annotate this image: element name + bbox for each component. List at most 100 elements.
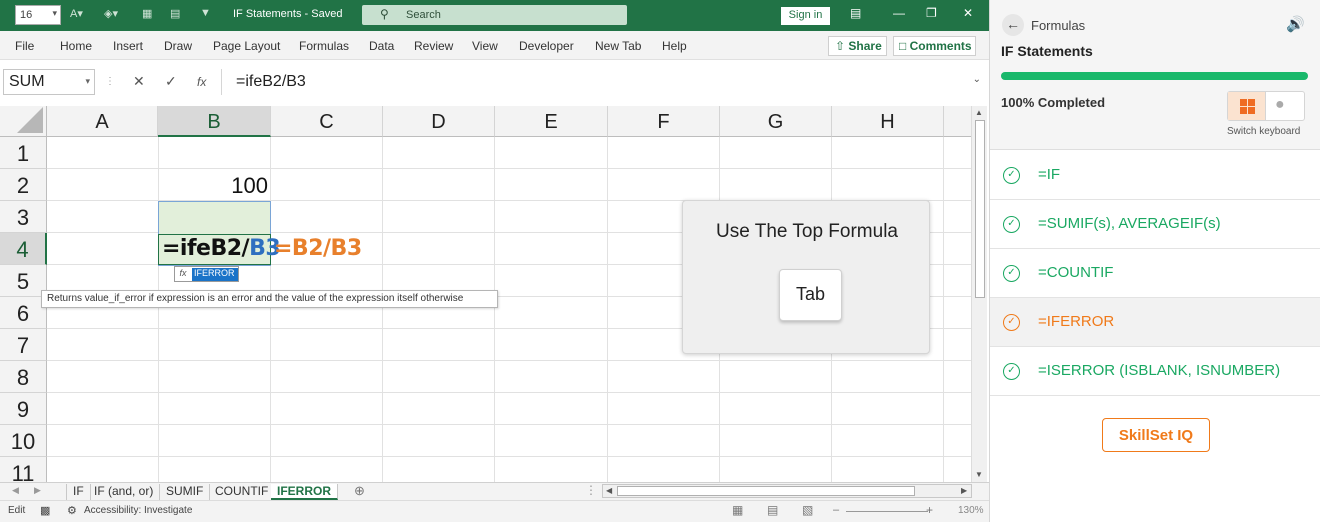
zoom-in-icon[interactable]: + (926, 503, 933, 517)
row-header-4[interactable]: 4 (0, 233, 47, 265)
row-header-9[interactable]: 9 (0, 393, 47, 425)
font-color-icon[interactable]: A▾ (70, 7, 83, 20)
lesson-item-countif[interactable]: ✓ =COUNTIF (990, 249, 1320, 298)
tab-data[interactable]: Data (369, 39, 394, 53)
tab-insert[interactable]: Insert (113, 39, 143, 53)
tab-page-layout[interactable]: Page Layout (213, 39, 280, 53)
tab-draw[interactable]: Draw (164, 39, 192, 53)
switch-keyboard-label: Switch keyboard (1227, 126, 1301, 137)
lesson-item-if[interactable]: ✓ =IF (990, 151, 1320, 200)
macro-record-icon[interactable]: ▩ (40, 504, 50, 517)
ribbon-display-icon[interactable]: ▤ (850, 6, 861, 20)
formula-input[interactable]: =ifeB2/B3 ⌄ (221, 69, 987, 95)
lesson-item-sumif[interactable]: ✓ =SUMIF(s), AVERAGEIF(s) (990, 200, 1320, 249)
row-header-11[interactable]: 11 (0, 457, 47, 482)
breadcrumb[interactable]: Formulas (1031, 18, 1085, 33)
autocomplete-item-iferror[interactable]: IFERROR (192, 268, 238, 281)
borders-icon[interactable]: ▦ (142, 7, 152, 20)
name-box[interactable]: SUM ▾ (3, 69, 95, 95)
select-all-corner[interactable] (0, 106, 47, 137)
row-header-5[interactable]: 5 (0, 265, 47, 297)
column-header-c[interactable]: C (271, 106, 383, 137)
column-header-i[interactable] (944, 106, 971, 137)
row-header-6[interactable]: 6 (0, 297, 47, 329)
expand-formula-icon[interactable]: ⌄ (973, 74, 981, 85)
windows-icon[interactable] (1228, 92, 1266, 120)
tab-file[interactable]: File (15, 39, 34, 53)
scroll-down-icon[interactable]: ▼ (975, 470, 983, 479)
fill-color-icon[interactable]: ◈▾ (104, 7, 118, 20)
row-header-2[interactable]: 2 (0, 169, 47, 201)
share-button[interactable]: ⇧ Share (828, 36, 887, 56)
accessibility-status[interactable]: Accessibility: Investigate (84, 505, 192, 516)
column-header-b[interactable]: B (158, 106, 271, 137)
horizontal-scroll-thumb[interactable] (617, 486, 915, 496)
row-header-8[interactable]: 8 (0, 361, 47, 393)
format-icon[interactable]: ▤ (170, 7, 180, 20)
zoom-out-icon[interactable]: – (833, 504, 839, 516)
tab-formulas[interactable]: Formulas (299, 39, 349, 53)
row-header-10[interactable]: 10 (0, 425, 47, 457)
row-header-7[interactable]: 7 (0, 329, 47, 361)
horizontal-scrollbar[interactable]: ◀ ▶ (602, 484, 972, 498)
scroll-right-icon[interactable]: ▶ (961, 486, 967, 495)
zoom-slider[interactable] (846, 511, 928, 512)
cell-b4-editing[interactable]: =ifeB2/B3 (162, 236, 281, 261)
insert-function-icon[interactable]: fx (197, 75, 206, 89)
tab-home[interactable]: Home (60, 39, 92, 53)
apple-icon[interactable]: ● (1275, 96, 1285, 114)
sheet-tab-sumif[interactable]: SUMIF (160, 484, 211, 500)
accessibility-icon[interactable]: ⚙ (67, 504, 77, 517)
close-icon[interactable]: ✕ (963, 6, 973, 20)
sheet-tab-if-and-or[interactable]: IF (and, or) (88, 484, 161, 500)
page-break-view-icon[interactable]: ▧ (802, 503, 813, 517)
tab-review[interactable]: Review (414, 39, 453, 53)
comments-button[interactable]: □ Comments (893, 36, 976, 56)
column-header-a[interactable]: A (47, 106, 158, 137)
font-size-box[interactable]: 16 ▾ (15, 5, 61, 25)
add-sheet-icon[interactable]: ⊕ (354, 483, 365, 499)
check-circle-icon: ✓ (1003, 314, 1020, 331)
lesson-item-iferror[interactable]: ✓ =IFERROR (990, 298, 1320, 347)
row-header-3[interactable]: 3 (0, 201, 47, 233)
cell-c4[interactable]: =B2/B3 (274, 236, 362, 261)
skillset-iq-button[interactable]: SkillSet IQ (1102, 418, 1210, 452)
lesson-item-iserror[interactable]: ✓ =ISERROR (ISBLANK, ISNUMBER) (990, 347, 1320, 396)
back-arrow-icon[interactable]: ← (1002, 14, 1024, 36)
speaker-icon[interactable]: 🔊 (1286, 15, 1305, 33)
page-layout-view-icon[interactable]: ▤ (767, 503, 778, 517)
enter-icon[interactable]: ✓ (165, 73, 177, 90)
zoom-level[interactable]: 130% (958, 505, 984, 516)
vertical-scrollbar[interactable]: ▲ ▼ (971, 106, 987, 482)
normal-view-icon[interactable]: ▦ (732, 503, 743, 517)
minimize-icon[interactable]: — (893, 6, 905, 20)
search-box[interactable]: ⚲ Search (362, 5, 627, 25)
cancel-icon[interactable]: ✕ (133, 73, 145, 90)
scroll-left-icon[interactable]: ◀ (606, 486, 612, 495)
row-header-1[interactable]: 1 (0, 137, 47, 169)
column-header-d[interactable]: D (383, 106, 495, 137)
cell-b2[interactable]: 100 (158, 173, 268, 199)
customize-qat-icon[interactable]: ▼ (200, 7, 211, 19)
restore-icon[interactable]: ❐ (926, 6, 937, 20)
sheet-tab-iferror[interactable]: IFERROR (271, 484, 338, 500)
vertical-scroll-thumb[interactable] (975, 120, 985, 298)
column-header-e[interactable]: E (495, 106, 608, 137)
sheet-tab-if[interactable]: IF (66, 484, 91, 500)
tab-key[interactable]: Tab (779, 269, 842, 321)
tab-help[interactable]: Help (662, 39, 687, 53)
autocomplete-list[interactable]: fx IFERROR (174, 266, 239, 282)
prev-sheet-icon[interactable]: ◀ (12, 485, 19, 496)
tab-new-tab[interactable]: New Tab (595, 39, 641, 53)
tab-developer[interactable]: Developer (519, 39, 574, 53)
scroll-up-icon[interactable]: ▲ (975, 108, 983, 117)
column-header-g[interactable]: G (720, 106, 832, 137)
lesson-title: IF Statements (1001, 43, 1093, 59)
sheet-tab-countif[interactable]: COUNTIF (209, 484, 276, 500)
tab-view[interactable]: View (472, 39, 498, 53)
column-header-h[interactable]: H (832, 106, 944, 137)
column-header-f[interactable]: F (608, 106, 720, 137)
next-sheet-icon[interactable]: ▶ (34, 485, 41, 496)
keyboard-switch[interactable]: ● (1227, 91, 1305, 121)
sign-in-button[interactable]: Sign in (781, 7, 830, 25)
